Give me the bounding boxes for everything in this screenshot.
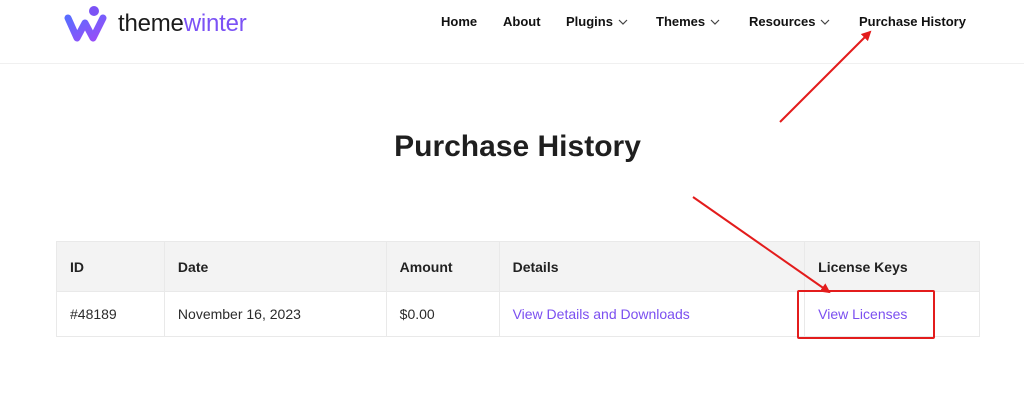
page-title: Purchase History (394, 130, 641, 163)
nav-item-themes[interactable]: Themes (656, 14, 721, 29)
nav-label: Purchase History (859, 14, 966, 29)
chevron-down-icon (821, 19, 830, 25)
view-details-link[interactable]: View Details and Downloads (513, 306, 690, 322)
cell-details: View Details and Downloads (498, 291, 806, 337)
site-header: themewinter Home About Plugins Themes Re… (0, 0, 1024, 64)
nav-label: Themes (656, 14, 706, 29)
nav-item-home[interactable]: Home (441, 14, 477, 29)
nav-label: Home (441, 14, 478, 29)
nav-item-plugins[interactable]: Plugins (566, 14, 629, 29)
cell-amount: $0.00 (385, 291, 500, 337)
nav-item-resources[interactable]: Resources (749, 14, 831, 29)
highlight-box-view-licenses (797, 290, 935, 339)
chevron-down-icon (618, 19, 628, 25)
nav-label: Resources (749, 14, 816, 29)
column-header-license-keys: License Keys (804, 241, 980, 292)
cell-date: November 16, 2023 (163, 291, 387, 337)
column-header-amount: Amount (385, 241, 500, 292)
column-header-id: ID (56, 241, 165, 292)
nav-label: Plugins (566, 14, 613, 29)
nav-item-purchase-history[interactable]: Purchase History (859, 14, 966, 29)
main-nav: Home About Plugins Themes Resources Purc… (0, 14, 1024, 32)
column-header-details: Details (498, 241, 806, 292)
table-header-row: ID Date Amount Details License Keys (56, 241, 980, 292)
column-header-date: Date (163, 241, 387, 292)
nav-label: About (503, 14, 541, 29)
nav-item-about[interactable]: About (503, 14, 541, 29)
cell-id: #48189 (56, 291, 165, 337)
chevron-down-icon (710, 19, 720, 25)
